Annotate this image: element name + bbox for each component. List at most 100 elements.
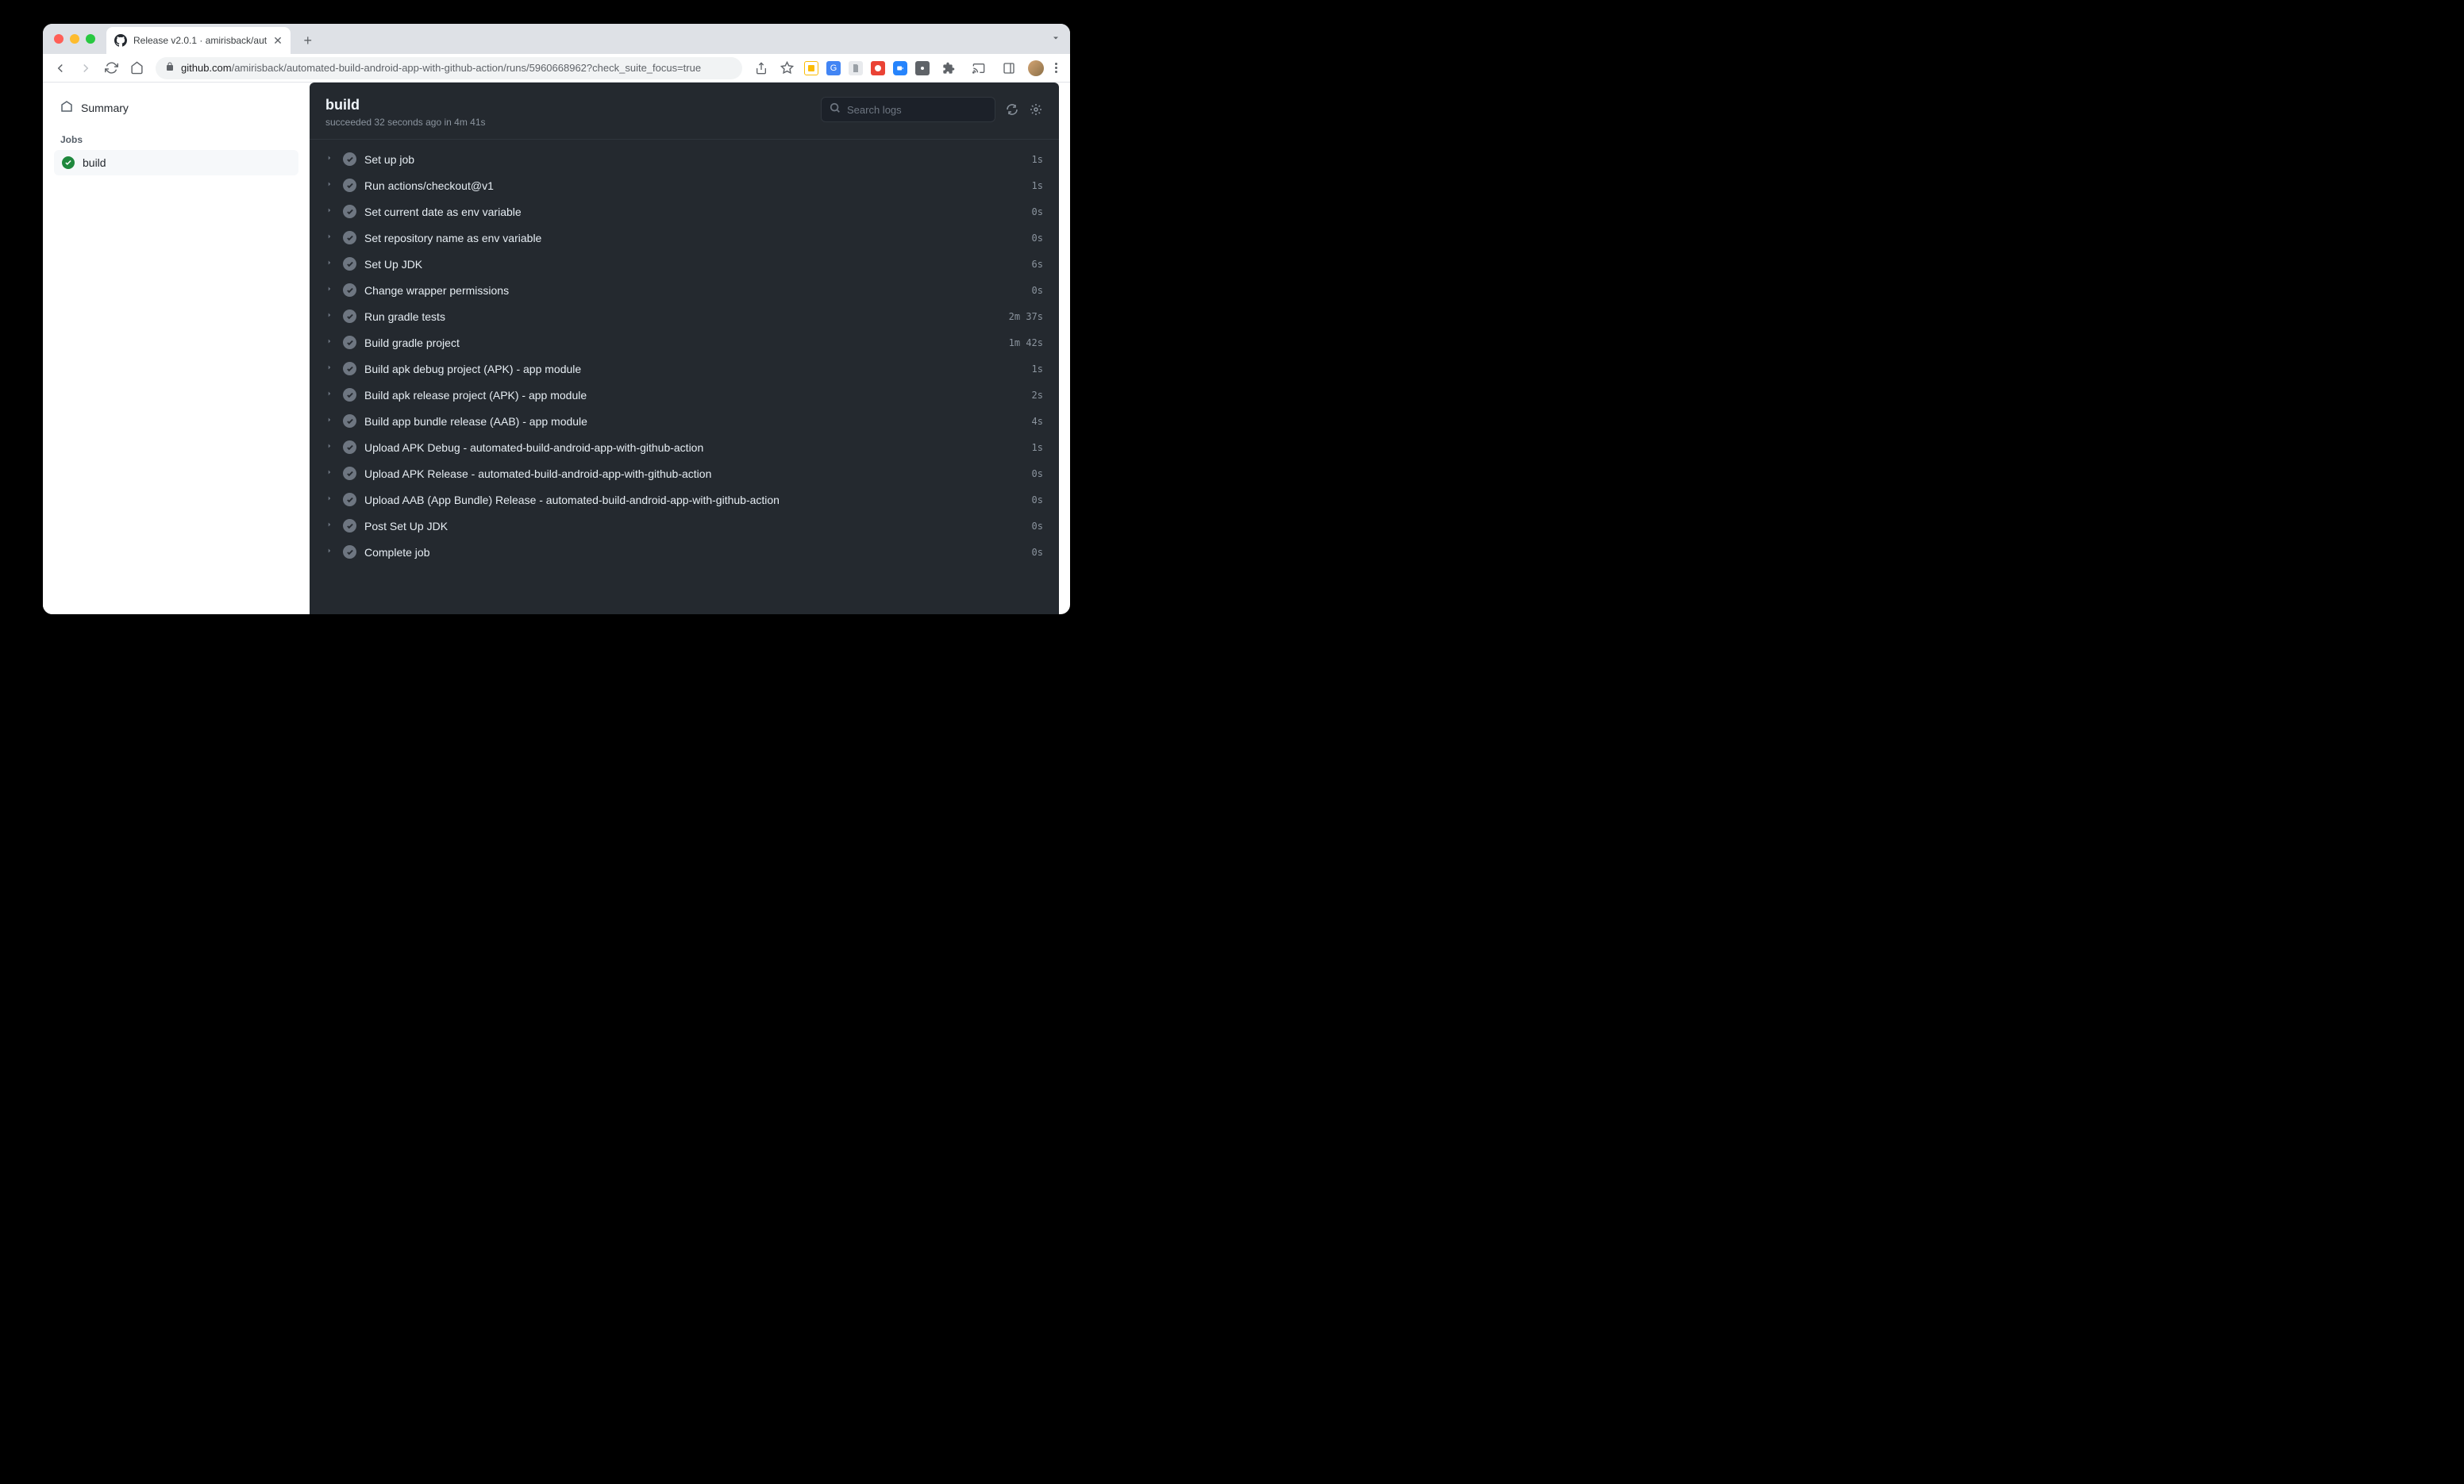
step-row[interactable]: Build apk debug project (APK) - app modu…: [310, 356, 1059, 382]
chevron-right-icon: [325, 521, 337, 531]
step-duration: 0s: [1032, 494, 1043, 506]
maximize-window-button[interactable]: [86, 34, 95, 44]
extension-icon[interactable]: [849, 61, 863, 75]
home-button[interactable]: [125, 57, 148, 79]
step-success-icon: [343, 362, 356, 375]
summary-label: Summary: [81, 102, 129, 114]
step-row[interactable]: Complete job 0s: [310, 539, 1059, 565]
address-text: github.com/amirisback/automated-build-an…: [181, 62, 701, 74]
share-button[interactable]: [750, 57, 772, 79]
chevron-right-icon: [325, 494, 337, 505]
success-check-icon: [62, 156, 75, 169]
step-name: Upload APK Debug - automated-build-andro…: [364, 441, 1032, 454]
step-duration: 1s: [1032, 154, 1043, 165]
chevron-right-icon: [325, 206, 337, 217]
address-bar[interactable]: github.com/amirisback/automated-build-an…: [156, 57, 742, 79]
chevron-right-icon: [325, 337, 337, 348]
chevron-right-icon: [325, 180, 337, 190]
step-row[interactable]: Upload AAB (App Bundle) Release - automa…: [310, 486, 1059, 513]
step-duration: 0s: [1032, 233, 1043, 244]
step-row[interactable]: Set Up JDK 6s: [310, 251, 1059, 277]
close-window-button[interactable]: [54, 34, 64, 44]
step-duration: 0s: [1032, 206, 1043, 217]
tab-bar: Release v2.0.1 · amirisback/aut ✕ +: [43, 24, 1070, 54]
bookmark-button[interactable]: [776, 57, 798, 79]
minimize-window-button[interactable]: [70, 34, 79, 44]
browser-tab[interactable]: Release v2.0.1 · amirisback/aut ✕: [106, 27, 291, 54]
cast-button[interactable]: [968, 57, 990, 79]
job-header: build succeeded 32 seconds ago in 4m 41s: [310, 83, 1059, 140]
extension-icon[interactable]: [893, 61, 907, 75]
profile-avatar[interactable]: [1028, 60, 1044, 76]
step-success-icon: [343, 152, 356, 166]
summary-icon: [60, 100, 73, 115]
extension-icon[interactable]: [871, 61, 885, 75]
chevron-right-icon: [325, 363, 337, 374]
chevron-right-icon: [325, 311, 337, 321]
step-row[interactable]: Run actions/checkout@v1 1s: [310, 172, 1059, 198]
step-row[interactable]: Set current date as env variable 0s: [310, 198, 1059, 225]
step-success-icon: [343, 467, 356, 480]
lock-icon: [165, 62, 175, 74]
step-row[interactable]: Change wrapper permissions 0s: [310, 277, 1059, 303]
sidepanel-button[interactable]: [998, 57, 1020, 79]
step-row[interactable]: Build app bundle release (AAB) - app mod…: [310, 408, 1059, 434]
step-name: Run actions/checkout@v1: [364, 179, 1032, 192]
back-button[interactable]: [49, 57, 71, 79]
step-success-icon: [343, 309, 356, 323]
step-duration: 4s: [1032, 416, 1043, 427]
tab-close-button[interactable]: ✕: [273, 34, 283, 48]
step-row[interactable]: Upload APK Release - automated-build-and…: [310, 460, 1059, 486]
github-favicon-icon: [114, 34, 127, 47]
step-duration: 0s: [1032, 285, 1043, 296]
search-logs[interactable]: [821, 97, 995, 122]
tab-title: Release v2.0.1 · amirisback/aut: [133, 35, 267, 46]
step-name: Upload AAB (App Bundle) Release - automa…: [364, 494, 1032, 506]
step-name: Set Up JDK: [364, 258, 1032, 271]
step-duration: 0s: [1032, 468, 1043, 479]
summary-link[interactable]: Summary: [54, 95, 298, 120]
job-item-label: build: [83, 156, 106, 169]
settings-button[interactable]: [1029, 102, 1043, 117]
step-success-icon: [343, 231, 356, 244]
extension-icon[interactable]: [915, 61, 930, 75]
step-duration: 1s: [1032, 363, 1043, 375]
reload-button[interactable]: [100, 57, 122, 79]
step-name: Run gradle tests: [364, 310, 1009, 323]
window-controls: [54, 34, 95, 44]
job-item-build[interactable]: build: [54, 150, 298, 175]
step-name: Upload APK Release - automated-build-and…: [364, 467, 1032, 480]
step-name: Post Set Up JDK: [364, 520, 1032, 532]
rerun-button[interactable]: [1005, 102, 1019, 117]
step-name: Build apk debug project (APK) - app modu…: [364, 363, 1032, 375]
extension-icon[interactable]: [804, 61, 818, 75]
chevron-right-icon: [325, 233, 337, 243]
step-name: Set current date as env variable: [364, 206, 1032, 218]
new-tab-button[interactable]: +: [297, 29, 319, 52]
step-row[interactable]: Set repository name as env variable 0s: [310, 225, 1059, 251]
step-row[interactable]: Post Set Up JDK 0s: [310, 513, 1059, 539]
steps-list: Set up job 1s Run actions/checkout@v1 1s…: [310, 140, 1059, 571]
step-duration: 2s: [1032, 390, 1043, 401]
step-duration: 1m 42s: [1009, 337, 1043, 348]
step-row[interactable]: Build gradle project 1m 42s: [310, 329, 1059, 356]
search-logs-input[interactable]: [847, 104, 987, 116]
chevron-right-icon: [325, 416, 337, 426]
tabs-dropdown-button[interactable]: [1051, 33, 1061, 45]
step-row[interactable]: Upload APK Debug - automated-build-andro…: [310, 434, 1059, 460]
search-icon: [830, 102, 841, 117]
forward-button[interactable]: [75, 57, 97, 79]
sidebar: Summary Jobs build: [43, 83, 310, 614]
step-row[interactable]: Set up job 1s: [310, 146, 1059, 172]
chevron-right-icon: [325, 442, 337, 452]
step-name: Set repository name as env variable: [364, 232, 1032, 244]
step-row[interactable]: Build apk release project (APK) - app mo…: [310, 382, 1059, 408]
step-name: Build app bundle release (AAB) - app mod…: [364, 415, 1032, 428]
step-row[interactable]: Run gradle tests 2m 37s: [310, 303, 1059, 329]
browser-menu-button[interactable]: [1052, 60, 1061, 76]
extensions-button[interactable]: [937, 57, 960, 79]
extension-icon[interactable]: G: [826, 61, 841, 75]
step-name: Build gradle project: [364, 336, 1009, 349]
step-name: Complete job: [364, 546, 1032, 559]
step-success-icon: [343, 440, 356, 454]
